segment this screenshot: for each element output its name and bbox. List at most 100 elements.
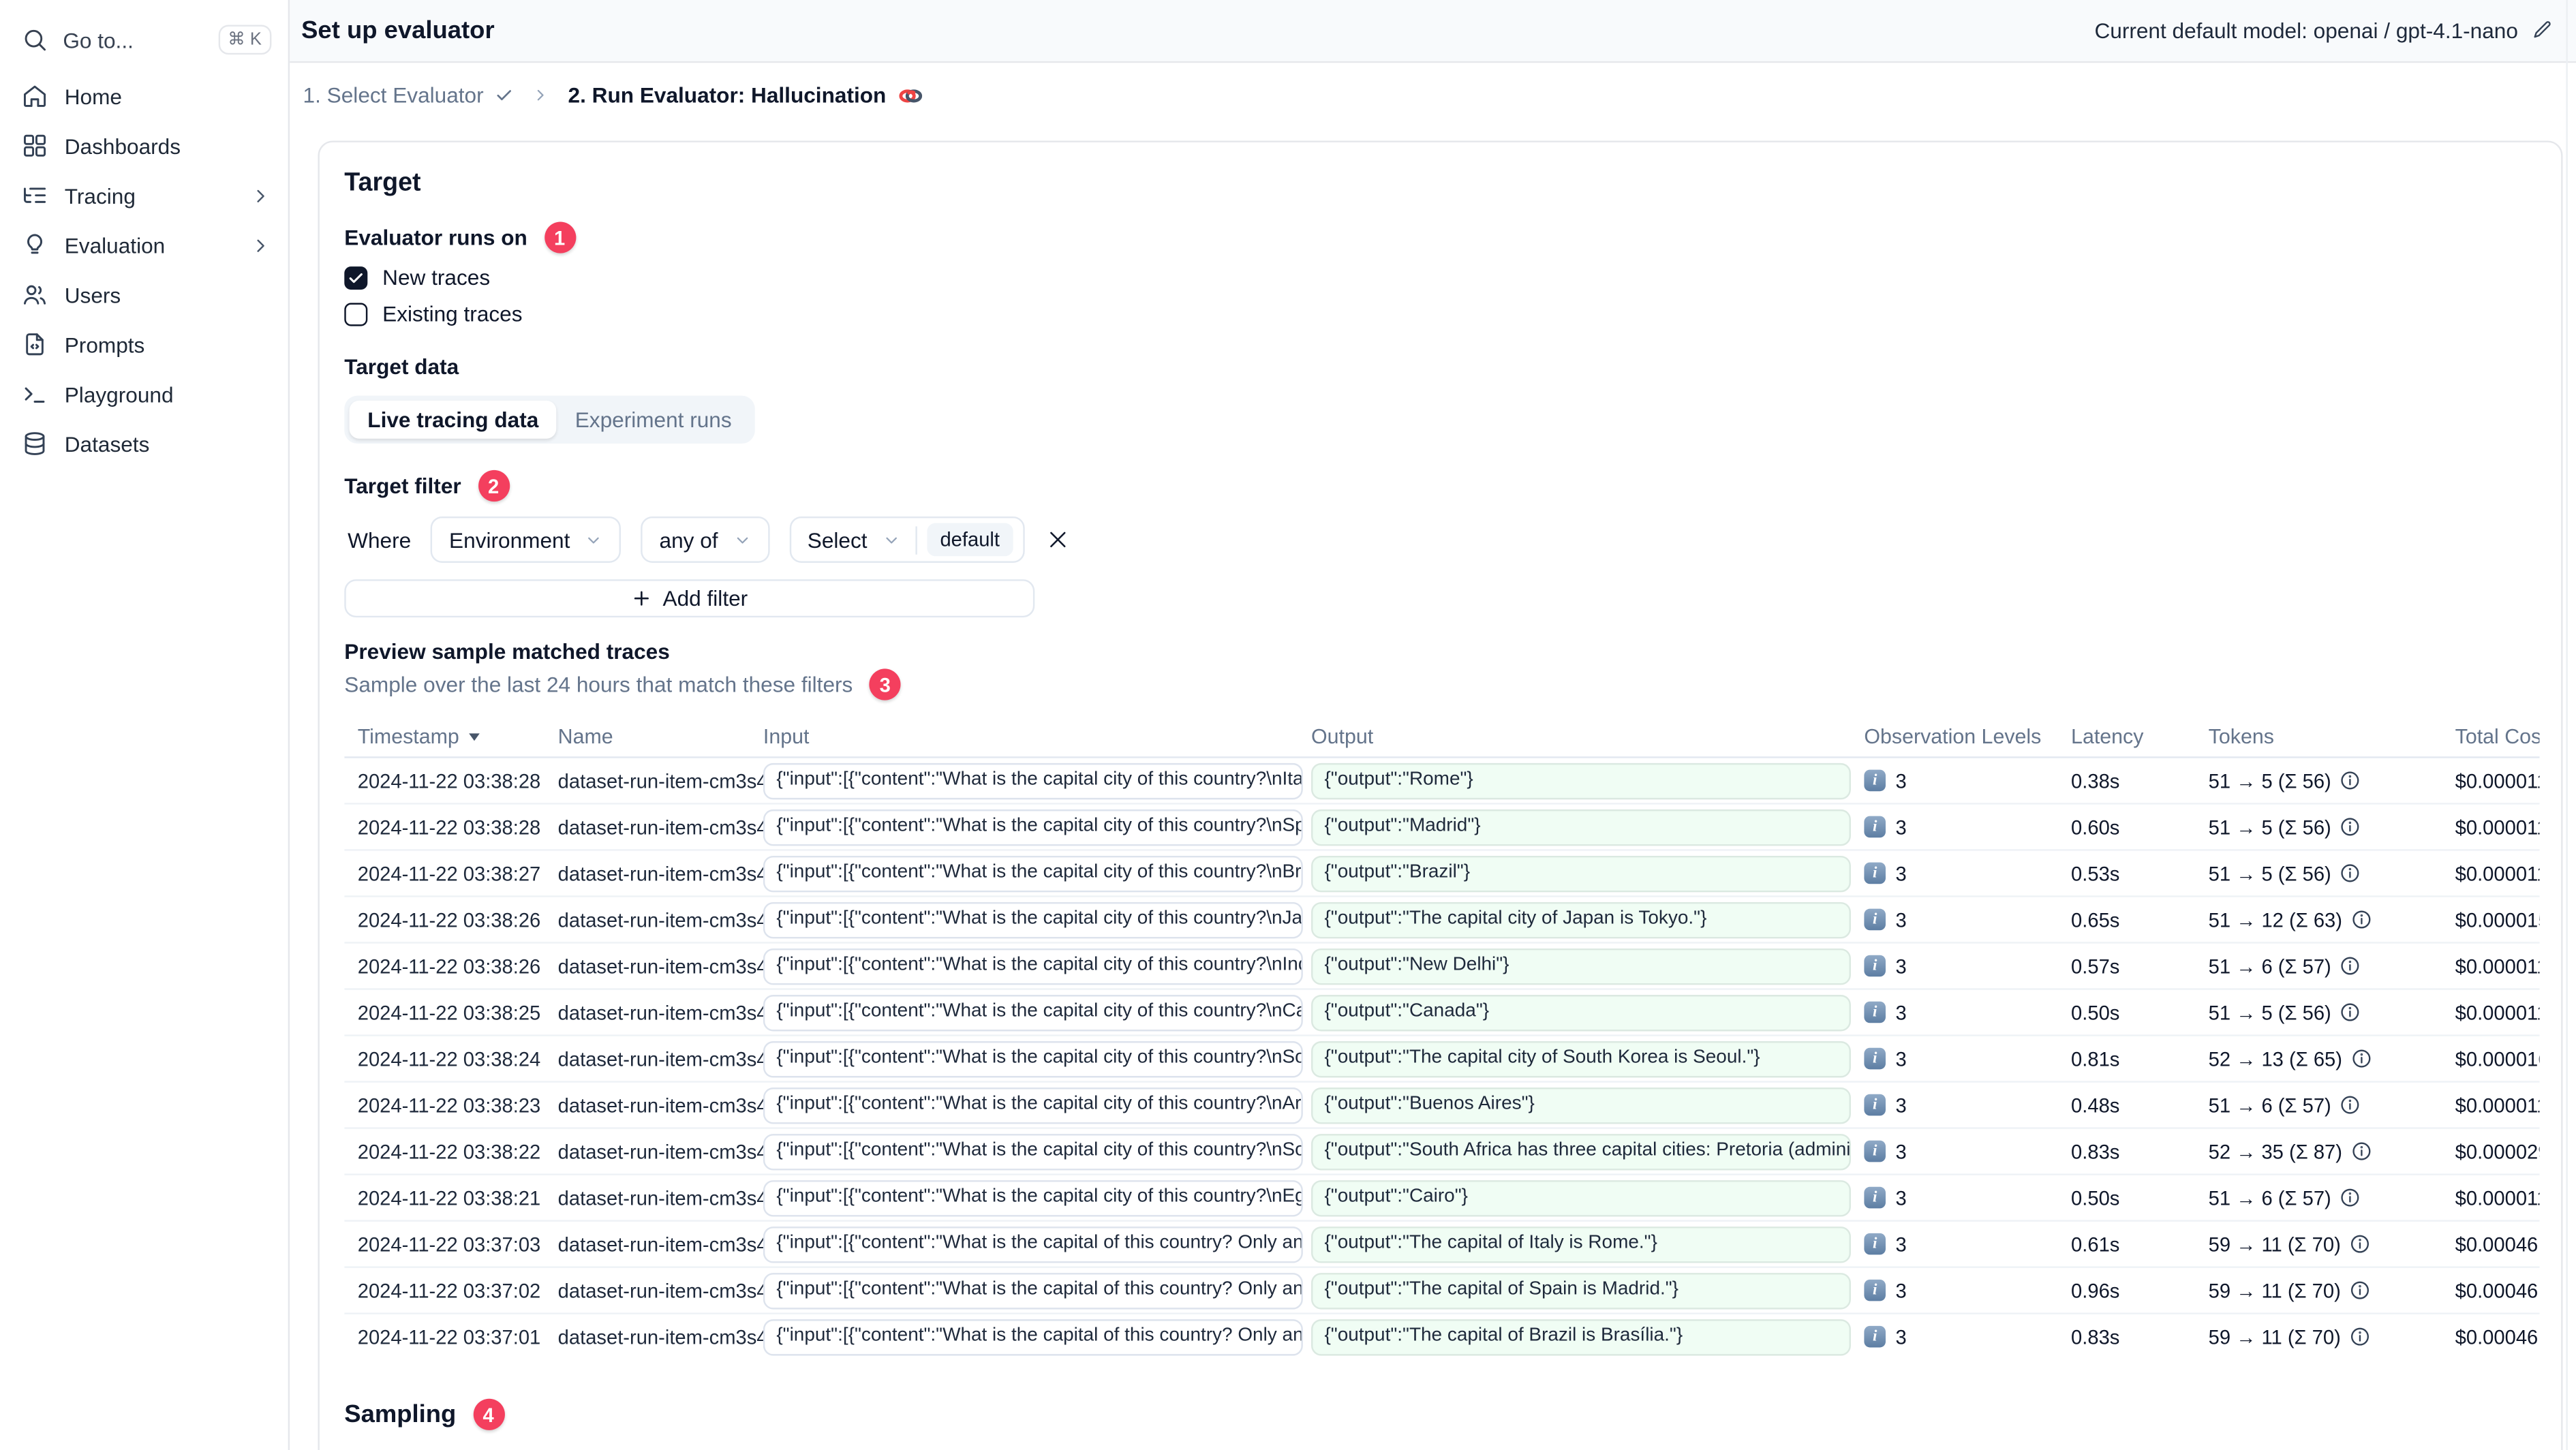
info-icon[interactable] bbox=[2340, 955, 2361, 977]
table-row[interactable]: 2024-11-22 03:38:21 dataset-run-item-cm3s… bbox=[344, 1173, 2540, 1220]
cell-input[interactable]: {"input":[{"content":"What is the capita… bbox=[763, 901, 1303, 938]
add-filter-button[interactable]: Add filter bbox=[344, 579, 1035, 618]
table-row[interactable]: 2024-11-22 03:38:27 dataset-run-item-cm3s… bbox=[344, 849, 2540, 895]
cell-output[interactable]: {"output":"Canada"} bbox=[1311, 993, 1851, 1031]
cell-input[interactable]: {"input":[{"content":"What is the capita… bbox=[763, 1225, 1303, 1263]
filter-field-select[interactable]: Environment bbox=[431, 516, 622, 563]
info-icon[interactable] bbox=[2340, 1094, 2361, 1116]
sidebar-item-dashboards[interactable]: Dashboards bbox=[0, 121, 288, 170]
sidebar-item-users[interactable]: Users bbox=[0, 270, 288, 320]
preview-subtitle: Sample over the last 24 hours that match… bbox=[344, 668, 2536, 700]
table-row[interactable]: 2024-11-22 03:38:23 dataset-run-item-cm3s… bbox=[344, 1081, 2540, 1127]
cell-input[interactable]: {"input":[{"content":"What is the capita… bbox=[763, 947, 1303, 985]
cell-input[interactable]: {"input":[{"content":"What is the capita… bbox=[763, 762, 1303, 799]
cell-input[interactable]: {"input":[{"content":"What is the capita… bbox=[763, 808, 1303, 846]
cell-input[interactable]: {"input":[{"content":"What is the capita… bbox=[763, 1040, 1303, 1077]
cell-tokens: 59 → 11 (Σ 70) bbox=[2209, 1279, 2455, 1302]
filter-value-select[interactable]: Select bbox=[791, 527, 915, 552]
cell-output[interactable]: {"output":"Cairo"} bbox=[1311, 1179, 1851, 1216]
cell-observation-levels: i3 bbox=[1864, 1233, 2071, 1256]
scrollbar-gutter[interactable] bbox=[2566, 0, 2568, 1450]
observation-count: 3 bbox=[1895, 1278, 1907, 1302]
remove-filter-icon[interactable] bbox=[1046, 528, 1069, 551]
column-header-timestamp[interactable]: Timestamp bbox=[344, 724, 557, 747]
cell-output[interactable]: {"output":"Rome"} bbox=[1311, 762, 1851, 799]
sidebar-item-datasets[interactable]: Datasets bbox=[0, 419, 288, 469]
edit-model-icon[interactable] bbox=[2531, 20, 2553, 42]
info-icon[interactable] bbox=[2350, 1048, 2372, 1070]
sidebar-item-evaluation[interactable]: Evaluation bbox=[0, 220, 288, 270]
column-label: Name bbox=[557, 724, 613, 747]
cell-input[interactable]: {"input":[{"content":"What is the capita… bbox=[763, 1132, 1303, 1170]
info-icon[interactable] bbox=[2340, 1002, 2361, 1023]
checkbox-new-traces[interactable]: New traces bbox=[344, 263, 2536, 291]
table-body: 2024-11-22 03:38:28 dataset-run-item-cm3s… bbox=[344, 758, 2540, 1359]
table-row[interactable]: 2024-11-22 03:38:26 dataset-run-item-cm3s… bbox=[344, 942, 2540, 988]
info-icon[interactable] bbox=[2349, 1326, 2371, 1348]
cell-output[interactable]: {"output":"The capital of Spain is Madri… bbox=[1311, 1271, 1851, 1309]
info-icon[interactable] bbox=[2350, 909, 2372, 931]
filter-selected-chip[interactable]: default bbox=[927, 523, 1013, 557]
info-icon[interactable] bbox=[2340, 770, 2361, 792]
info-icon[interactable] bbox=[2349, 1280, 2371, 1301]
cell-output[interactable]: {"output":"South Africa has three capita… bbox=[1311, 1132, 1851, 1170]
observation-count: 3 bbox=[1895, 1047, 1907, 1070]
chevron-right-icon bbox=[250, 234, 272, 256]
cell-total-cost: $0.000015 bbox=[2455, 908, 2540, 931]
table-row[interactable]: 2024-11-22 03:37:01 dataset-run-item-cm3s… bbox=[344, 1312, 2540, 1359]
cell-input[interactable]: {"input":[{"content":"What is the capita… bbox=[763, 854, 1303, 892]
checkbox-unchecked-icon[interactable] bbox=[344, 302, 368, 326]
checkbox-existing-traces[interactable]: Existing traces bbox=[344, 300, 2536, 328]
chevron-down-icon bbox=[882, 531, 900, 549]
table-row[interactable]: 2024-11-22 03:37:02 dataset-run-item-cm3s… bbox=[344, 1266, 2540, 1312]
table-row[interactable]: 2024-11-22 03:38:25 dataset-run-item-cm3s… bbox=[344, 988, 2540, 1034]
cell-output[interactable]: {"output":"Madrid"} bbox=[1311, 808, 1851, 846]
info-icon[interactable] bbox=[2349, 1233, 2371, 1255]
cell-input[interactable]: {"input":[{"content":"What is the capita… bbox=[763, 1318, 1303, 1355]
table-row[interactable]: 2024-11-22 03:38:28 dataset-run-item-cm3s… bbox=[344, 758, 2540, 803]
cell-name: dataset-run-item-cm3s4 bbox=[557, 1000, 768, 1024]
cell-output[interactable]: {"output":"Buenos Aires"} bbox=[1311, 1086, 1851, 1124]
token-counts: 59 → 11 (Σ 70) bbox=[2208, 1232, 2341, 1256]
table-row[interactable]: 2024-11-22 03:38:26 dataset-run-item-cm3s… bbox=[344, 895, 2540, 942]
sidebar-nav: Home Dashboards Tracing Evaluation Users Prom… bbox=[0, 71, 288, 468]
info-icon[interactable] bbox=[2340, 816, 2361, 838]
checkbox-checked-icon[interactable] bbox=[344, 265, 368, 289]
info-icon[interactable] bbox=[2340, 1187, 2361, 1209]
cell-output[interactable]: {"output":"The capital city of South Kor… bbox=[1311, 1040, 1851, 1077]
column-label: Observation Levels bbox=[1864, 724, 2042, 747]
playground-icon bbox=[22, 381, 48, 407]
cell-timestamp: 2024-11-22 03:38:26 bbox=[357, 954, 541, 978]
cell-latency: 0.50s bbox=[2071, 1186, 2120, 1209]
step-badge-2: 2 bbox=[478, 469, 510, 502]
cell-input[interactable]: {"input":[{"content":"What is the capita… bbox=[763, 1271, 1303, 1309]
breadcrumb-step-1[interactable]: 1. Select Evaluator bbox=[303, 82, 514, 108]
cell-output[interactable]: {"output":"The capital of Italy is Rome.… bbox=[1311, 1225, 1851, 1263]
cell-output[interactable]: {"output":"The capital city of Japan is … bbox=[1311, 901, 1851, 938]
cell-output[interactable]: {"output":"The capital of Brazil is Bras… bbox=[1311, 1318, 1851, 1355]
preview-title: Preview sample matched traces bbox=[344, 638, 670, 664]
table-row[interactable]: 2024-11-22 03:38:24 dataset-run-item-cm3s… bbox=[344, 1034, 2540, 1081]
cell-output[interactable]: {"output":"New Delhi"} bbox=[1311, 947, 1851, 985]
table-row[interactable]: 2024-11-22 03:37:03 dataset-run-item-cm3s… bbox=[344, 1220, 2540, 1266]
sidebar-item-playground[interactable]: Playground bbox=[0, 369, 288, 419]
observation-level-icon: i bbox=[1864, 1047, 1886, 1070]
cell-output[interactable]: {"output":"Brazil"} bbox=[1311, 854, 1851, 892]
table-row[interactable]: 2024-11-22 03:38:22 dataset-run-item-cm3s… bbox=[344, 1127, 2540, 1173]
cell-name: dataset-run-item-cm3s4 bbox=[557, 908, 768, 931]
sidebar-item-tracing[interactable]: Tracing bbox=[0, 170, 288, 220]
info-icon[interactable] bbox=[2350, 1141, 2372, 1162]
filter-operator-select[interactable]: any of bbox=[641, 516, 769, 563]
cell-input[interactable]: {"input":[{"content":"What is the capita… bbox=[763, 1179, 1303, 1216]
tab-live-tracing-data[interactable]: Live tracing data bbox=[349, 400, 557, 439]
table-row[interactable]: 2024-11-22 03:38:28 dataset-run-item-cm3s… bbox=[344, 803, 2540, 849]
cell-name: dataset-run-item-cm3s4 bbox=[557, 954, 768, 978]
tab-experiment-runs[interactable]: Experiment runs bbox=[557, 401, 750, 439]
cell-input[interactable]: {"input":[{"content":"What is the capita… bbox=[763, 1086, 1303, 1124]
cell-input[interactable]: {"input":[{"content":"What is the capita… bbox=[763, 993, 1303, 1031]
goto-search[interactable]: Go to... ⌘ K bbox=[22, 25, 272, 55]
sidebar-item-prompts[interactable]: Prompts bbox=[0, 320, 288, 369]
info-icon[interactable] bbox=[2340, 863, 2361, 884]
observation-count: 3 bbox=[1895, 769, 1907, 792]
sidebar-item-home[interactable]: Home bbox=[0, 71, 288, 121]
